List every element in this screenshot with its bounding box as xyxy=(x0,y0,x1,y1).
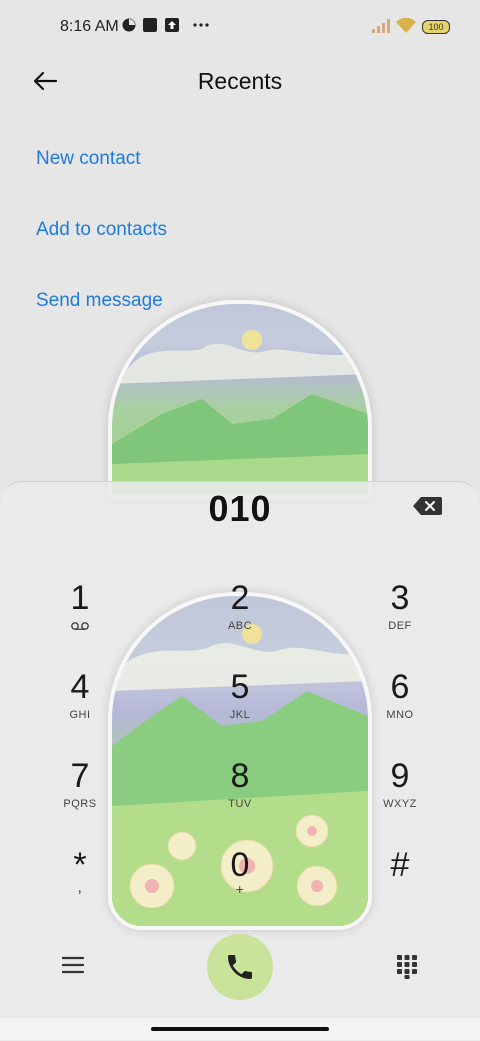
key-digit: 8 xyxy=(230,757,250,795)
call-button[interactable] xyxy=(207,934,273,1000)
key-letters: + xyxy=(235,881,245,897)
dialpad-toggle-icon[interactable] xyxy=(397,955,417,979)
key-6[interactable]: 6 MNO xyxy=(345,667,455,741)
app-icon xyxy=(122,18,136,32)
dialed-number: 010 xyxy=(208,488,272,529)
square-icon xyxy=(143,18,157,32)
phone-icon xyxy=(228,955,252,979)
key-hash[interactable]: # xyxy=(345,845,455,919)
key-9[interactable]: 9 WXYZ xyxy=(345,756,455,830)
menu-icon[interactable] xyxy=(62,955,84,975)
key-star[interactable]: * , xyxy=(25,845,135,919)
key-letters: TUV xyxy=(228,798,252,810)
key-digit: 1 xyxy=(70,579,90,617)
key-digit: 9 xyxy=(390,757,410,795)
more-dots-icon xyxy=(193,23,209,27)
key-digit: 3 xyxy=(390,579,410,617)
key-digit: # xyxy=(390,846,410,884)
key-letters: DEF xyxy=(388,620,412,632)
key-digit: 4 xyxy=(70,668,90,706)
key-digit: 5 xyxy=(230,668,250,706)
key-letters: , xyxy=(77,879,83,896)
home-indicator[interactable] xyxy=(151,1027,329,1031)
key-letters: WXYZ xyxy=(383,798,417,810)
page-title: Recents xyxy=(197,68,283,94)
battery-icon: 100 xyxy=(422,20,450,34)
key-digit: 2 xyxy=(230,579,250,617)
key-letters: PQRS xyxy=(63,798,97,810)
key-3[interactable]: 3 DEF xyxy=(345,578,455,652)
status-time: 8:16 AM xyxy=(60,18,119,35)
key-digit: 0 xyxy=(230,846,250,884)
key-letters: ABC xyxy=(227,620,253,632)
header: Recents xyxy=(0,56,480,108)
key-letters: GHI xyxy=(69,709,91,721)
key-2[interactable]: 2 ABC xyxy=(185,578,295,652)
key-letters: JKL xyxy=(229,709,251,721)
new-contact-button[interactable]: New contact xyxy=(36,148,141,170)
key-4[interactable]: 4 GHI xyxy=(25,667,135,741)
key-letters: MNO xyxy=(386,709,414,721)
key-digit: 7 xyxy=(70,757,90,795)
upload-icon xyxy=(165,18,179,32)
wallpaper-artwork xyxy=(108,300,372,498)
key-1[interactable]: 1 xyxy=(25,578,135,652)
key-5[interactable]: 5 JKL xyxy=(185,667,295,741)
signal-icon xyxy=(372,19,390,33)
add-to-contacts-button[interactable]: Add to contacts xyxy=(36,219,167,241)
key-7[interactable]: 7 PQRS xyxy=(25,756,135,830)
backspace-icon[interactable] xyxy=(412,496,442,516)
key-0[interactable]: 0 + xyxy=(185,845,295,919)
voicemail-icon xyxy=(71,622,89,630)
key-digit: 6 xyxy=(390,668,410,706)
key-8[interactable]: 8 TUV xyxy=(185,756,295,830)
wifi-icon xyxy=(396,18,416,33)
status-bar: 8:16 AM 100 xyxy=(0,0,480,56)
